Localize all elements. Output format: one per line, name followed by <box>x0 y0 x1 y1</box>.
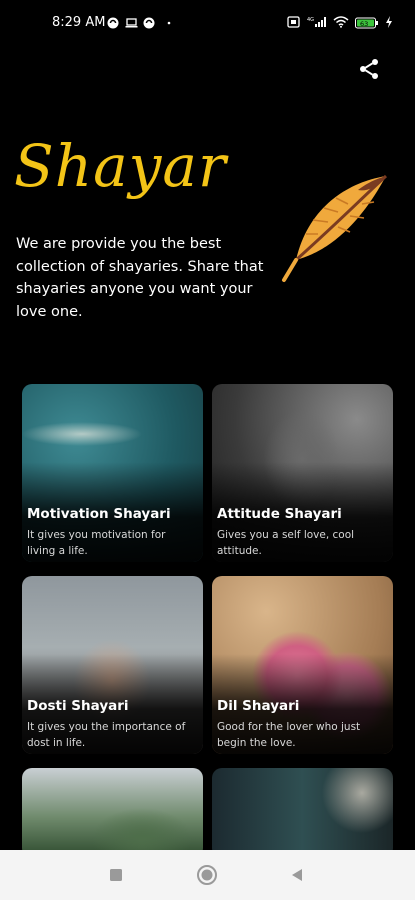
card-image <box>212 768 393 858</box>
sim-icon <box>287 13 301 32</box>
category-card-partial-left[interactable] <box>22 768 203 858</box>
card-title: Attitude Shayari <box>217 506 342 522</box>
status-bar: 8:29 AM 4G 63 <box>0 0 415 44</box>
charging-icon <box>385 13 393 32</box>
card-title: Motivation Shayari <box>27 506 171 522</box>
back-triangle-icon <box>292 869 302 881</box>
app-logo-title: Shayar <box>14 132 227 200</box>
card-description: Good for the lover who just begin the lo… <box>217 721 361 749</box>
card-title: Dosti Shayari <box>27 698 129 714</box>
recents-square-icon <box>110 869 122 881</box>
recents-button[interactable] <box>105 864 127 886</box>
card-image <box>22 768 203 858</box>
wifi-icon <box>333 13 349 32</box>
category-card-dosti[interactable]: Dosti Shayari It gives you the importanc… <box>22 576 203 754</box>
whatsapp-icon <box>143 14 155 29</box>
category-card-attitude[interactable]: Attitude Shayari Gives you a self love, … <box>212 384 393 562</box>
share-icon <box>360 59 378 79</box>
status-left-icons <box>107 14 173 29</box>
category-card-partial-right[interactable] <box>212 768 393 858</box>
status-time: 8:29 AM <box>52 15 106 30</box>
home-button[interactable] <box>196 864 218 886</box>
category-card-dil[interactable]: Dil Shayari Good for the lover who just … <box>212 576 393 754</box>
svg-text:63: 63 <box>360 20 368 28</box>
status-right-icons: 4G 63 <box>287 13 393 32</box>
back-button[interactable] <box>286 864 308 886</box>
whatsapp-icon <box>107 14 119 29</box>
dot-icon <box>161 14 173 26</box>
card-description: Gives you a self love, cool attitude. <box>217 529 355 557</box>
svg-text:4G: 4G <box>307 17 314 23</box>
battery-icon: 63 <box>355 17 379 29</box>
card-description: It gives you motivation for living a lif… <box>27 529 166 557</box>
category-card-motivation[interactable]: Motivation Shayari It gives you motivati… <box>22 384 203 562</box>
signal-icon: 4G <box>307 13 327 32</box>
home-circle-icon <box>197 865 217 885</box>
card-description: It gives you the importance of dost in l… <box>27 721 186 749</box>
system-nav-bar <box>0 850 415 900</box>
laptop-icon <box>125 14 138 28</box>
card-title: Dil Shayari <box>217 698 300 714</box>
share-button[interactable] <box>354 54 384 84</box>
hero-description: We are provide you the best collection o… <box>16 236 264 320</box>
feather-icon <box>278 172 393 287</box>
